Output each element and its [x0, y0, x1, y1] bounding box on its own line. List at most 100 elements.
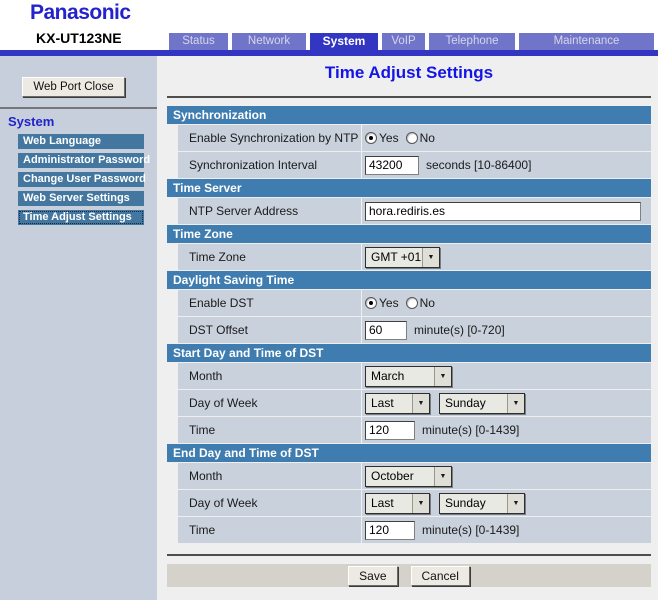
row-value: Yes No: [362, 296, 651, 310]
save-button[interactable]: Save: [348, 566, 397, 586]
footer-divider: [167, 554, 651, 556]
dst-enable-radio-label-yes: Yes: [379, 296, 399, 310]
end-month-selected-value: October: [366, 467, 434, 486]
chevron-down-icon: ▼: [412, 394, 429, 413]
sidebar-item-time-adjust-settings[interactable]: Time Adjust Settings: [18, 210, 144, 225]
row-label: Day of Week: [178, 496, 361, 510]
row-value: minute(s) [0-1439]: [362, 521, 651, 540]
setting-row-month: Month March▼: [178, 363, 651, 389]
ntp-enable-radio-no[interactable]: [406, 132, 418, 144]
row-label: NTP Server Address: [178, 204, 361, 218]
row-value: YesNo: [362, 131, 651, 145]
row-value: GMT +01:00▼: [362, 247, 651, 268]
panasonic-logo: Panasonic: [30, 1, 131, 25]
end-month-select[interactable]: October▼: [365, 466, 452, 487]
section-header: Synchronization: [167, 106, 651, 124]
section-time-server: Time Server NTP Server Address: [167, 179, 651, 224]
setting-row-dst-offset: DST Offset minute(s) [0-720]: [178, 317, 651, 343]
section-header: End Day and Time of DST: [167, 444, 651, 462]
sidebar-item-web-language[interactable]: Web Language: [18, 134, 144, 149]
chevron-down-icon: ▼: [507, 494, 524, 513]
chevron-down-icon: ▼: [507, 394, 524, 413]
tab-status[interactable]: Status: [169, 33, 228, 50]
main-content: Time Adjust Settings SynchronizationEnab…: [157, 56, 658, 600]
row-value: minute(s) [0-1439]: [362, 421, 651, 440]
setting-row-enable-synchronization-by-ntp: Enable Synchronization by NTPYesNo: [178, 125, 651, 151]
tab-maintenance[interactable]: Maintenance: [519, 33, 654, 50]
sidebar-divider: [0, 107, 157, 109]
row-label: Month: [178, 369, 361, 383]
ntp-enable-radio-label-no: No: [420, 131, 435, 145]
tab-system[interactable]: System: [310, 33, 378, 50]
end-day-ordinal-selected-value: Last: [366, 494, 412, 513]
sidebar: Web Port Close System Web LanguageAdmini…: [0, 56, 157, 600]
row-label: Month: [178, 469, 361, 483]
start-month-select[interactable]: March▼: [365, 366, 452, 387]
row-value: October▼: [362, 466, 651, 487]
row-label: Time: [178, 523, 361, 537]
section-synchronization: SynchronizationEnable Synchronization by…: [167, 106, 651, 178]
chevron-down-icon: ▼: [434, 467, 451, 486]
page-title: Time Adjust Settings: [167, 56, 651, 87]
start-day-ordinal-select[interactable]: Last▼: [365, 393, 430, 414]
row-value: minute(s) [0-720]: [362, 321, 651, 340]
row-label: Synchronization Interval: [178, 158, 361, 172]
chevron-down-icon: ▼: [422, 248, 439, 267]
row-suffix: minute(s) [0-1439]: [422, 523, 519, 537]
setting-row-time: Time minute(s) [0-1439]: [178, 517, 651, 543]
ntp-enable-radio-yes[interactable]: [365, 132, 377, 144]
model-label: KX-UT123NE: [36, 30, 122, 46]
sync-interval-input[interactable]: [365, 156, 419, 175]
end-day-ordinal-select[interactable]: Last▼: [365, 493, 430, 514]
sidebar-item-administrator-password[interactable]: Administrator Password: [18, 153, 144, 168]
start-day-weekday-select[interactable]: Sunday▼: [439, 393, 525, 414]
section-end-day-and-time-of-dst: End Day and Time of DSTMonthOctober▼Day …: [167, 444, 651, 543]
start-time-input[interactable]: [365, 421, 415, 440]
title-divider: [167, 96, 651, 98]
start-day-weekday-selected-value: Sunday: [440, 394, 507, 413]
row-suffix: minute(s) [0-720]: [414, 323, 505, 337]
row-value: seconds [10-86400]: [362, 156, 651, 175]
row-label: Time Zone: [178, 250, 361, 264]
ntp-server-address-input[interactable]: [365, 202, 641, 221]
row-label: Time: [178, 423, 361, 437]
browser-viewport: Panasonic KX-UT123NE StatusNetworkSystem…: [0, 0, 658, 600]
sidebar-item-web-server-settings[interactable]: Web Server Settings: [18, 191, 144, 206]
tab-voip[interactable]: VoIP: [382, 33, 425, 50]
section-start-day-and-time-of-dst: Start Day and Time of DSTMonthMarch▼Day …: [167, 344, 651, 443]
tab-network[interactable]: Network: [232, 33, 306, 50]
chevron-down-icon: ▼: [434, 367, 451, 386]
section-header: Time Server: [167, 179, 651, 197]
dst-offset-input[interactable]: [365, 321, 407, 340]
section-header: Time Zone: [167, 225, 651, 243]
end-day-weekday-selected-value: Sunday: [440, 494, 507, 513]
web-port-close-button[interactable]: Web Port Close: [22, 77, 125, 97]
footer-bar: Save Cancel: [167, 564, 651, 587]
tab-telephone[interactable]: Telephone: [429, 33, 515, 50]
setting-row-day-of-week: Day of WeekLast▼Sunday▼: [178, 390, 651, 416]
section-daylight-saving-time: Daylight Saving TimeEnable DSTYesNoDST O…: [167, 271, 651, 343]
row-value: Last▼Sunday▼: [362, 493, 651, 514]
row-label: DST Offset: [178, 323, 361, 337]
end-time-input[interactable]: [365, 521, 415, 540]
start-month-selected-value: March: [366, 367, 434, 386]
settings-sections: SynchronizationEnable Synchronization by…: [167, 106, 651, 543]
time-zone-select[interactable]: GMT +01:00▼: [365, 247, 440, 268]
setting-row-ntp-server-address: NTP Server Address: [178, 198, 651, 224]
row-label: Day of Week: [178, 396, 361, 410]
setting-row-time-zone: Time Zone GMT +01:00▼: [178, 244, 651, 270]
section-header: Start Day and Time of DST: [167, 344, 651, 362]
setting-row-day-of-week: Day of WeekLast▼Sunday▼: [178, 490, 651, 516]
dst-enable-radio-label-no: No: [420, 296, 435, 310]
dst-enable-radio-no[interactable]: [406, 297, 418, 309]
setting-row-synchronization-interval: Synchronization Intervalseconds [10-8640…: [178, 152, 651, 178]
section-header: Daylight Saving Time: [167, 271, 651, 289]
dst-enable-radio-yes[interactable]: [365, 297, 377, 309]
row-value: [362, 202, 651, 221]
cancel-button[interactable]: Cancel: [411, 566, 470, 586]
sidebar-item-change-user-password[interactable]: Change User Password: [18, 172, 144, 187]
setting-row-enable-dst: Enable DSTYesNo: [178, 290, 651, 316]
end-day-weekday-select[interactable]: Sunday▼: [439, 493, 525, 514]
sidebar-menu: Web Language Administrator Password Change…: [18, 134, 144, 229]
start-day-ordinal-selected-value: Last: [366, 394, 412, 413]
